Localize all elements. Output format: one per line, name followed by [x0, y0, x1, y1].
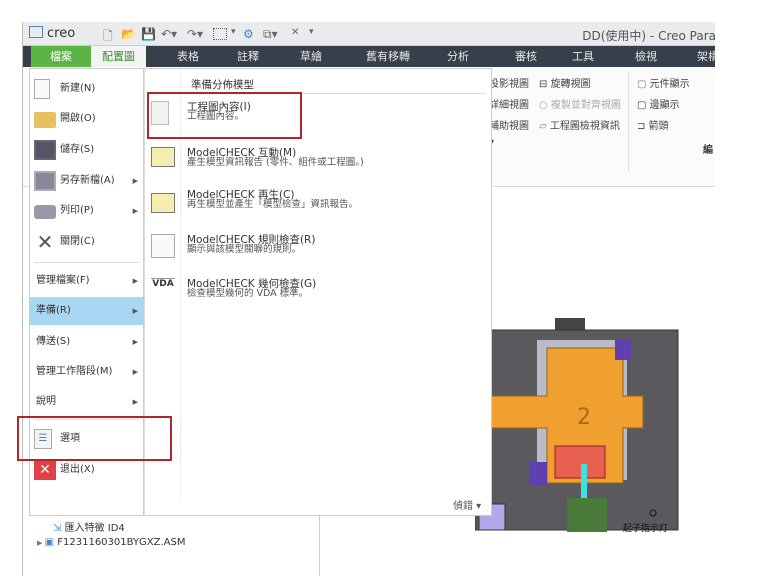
new-file-icon: [34, 79, 50, 99]
tab-table[interactable]: 表格: [163, 46, 213, 67]
modelcheck-rules-icon: [151, 234, 175, 258]
submenu-header: 準備分佈模型: [191, 79, 254, 91]
detailed-view-button[interactable]: 詳細視圖: [489, 96, 529, 111]
copy-align-view-button[interactable]: ○ 複製並對齊視圖: [539, 96, 621, 111]
drawing-canvas[interactable]: 2: [475, 318, 685, 538]
model-tree: ⇲ 匯入特徵 ID4 ▶ ▣ F1231160301BYGXZ.ASM: [23, 516, 320, 576]
submenu-arrow-icon: ▶: [132, 177, 138, 185]
arrow-icon: ⊐: [637, 121, 649, 132]
ribbon-divider: [628, 71, 629, 171]
component-icon: ▢: [637, 79, 650, 90]
group-label: 編: [703, 145, 713, 156]
menu-item-help[interactable]: 說明 ▶: [30, 388, 144, 416]
tab-view[interactable]: 檢視: [621, 46, 671, 67]
menu-item-prepare[interactable]: 準備(R) ▶: [30, 297, 144, 325]
menu-item-save[interactable]: 儲存(S): [30, 136, 144, 164]
projection-view-button[interactable]: 投影視圖: [489, 75, 529, 90]
select-box-icon[interactable]: [213, 28, 227, 40]
tab-file[interactable]: 檔案: [31, 46, 91, 67]
save-as-icon: [34, 171, 56, 191]
submenu-arrow-icon: ▶: [132, 338, 138, 346]
tab-legacy[interactable]: 舊有移轉: [353, 46, 423, 67]
save-icon[interactable]: 💾: [141, 27, 156, 41]
windows-icon[interactable]: ⧉▾: [263, 27, 278, 42]
component-display-button[interactable]: ▢ 元件顯示: [637, 75, 690, 90]
drawing-part: [615, 340, 631, 360]
redo-icon[interactable]: ↷▾: [187, 27, 203, 41]
menu-item-close[interactable]: ✕ 關閉(C): [30, 228, 144, 256]
submenu-arrow-icon: ▶: [132, 207, 138, 215]
menu-separator: [34, 262, 140, 263]
save-icon: [34, 140, 56, 160]
drawing-part: [567, 498, 607, 532]
ribbon-tabs: 檔案 配置圖 表格 註釋 草繪 舊有移轉 分析 審核 工具 檢視 架構: [23, 46, 715, 67]
menu-item-new[interactable]: 新建(N): [30, 75, 144, 103]
dropdown-icon[interactable]: ▾: [231, 27, 236, 37]
drawing-number: 2: [577, 405, 591, 430]
import-feature-icon: ⇲: [53, 523, 65, 534]
debug-dropdown[interactable]: 偵錯 ▾: [453, 497, 481, 512]
edge-icon: ▢: [637, 100, 650, 111]
undo-icon[interactable]: ↶▾: [161, 27, 177, 41]
new-icon[interactable]: 🗋: [103, 27, 113, 48]
tab-sketch[interactable]: 草繪: [286, 46, 336, 67]
tab-annotate[interactable]: 註釋: [223, 46, 273, 67]
menu-item-print[interactable]: 列印(P) ▶: [30, 197, 144, 225]
submenu-arrow-icon: ▶: [132, 368, 138, 376]
open-icon[interactable]: 📂: [121, 27, 136, 41]
tab-review[interactable]: 審核: [501, 46, 551, 67]
highlight-box-drawing-properties: [147, 92, 302, 139]
tree-item-import-feature[interactable]: ⇲ 匯入特徵 ID4: [53, 519, 125, 534]
menu-item-manage-session[interactable]: 管理工作階段(M) ▶: [30, 358, 144, 386]
revolved-view-icon: ⊟: [539, 79, 551, 90]
menu-item-save-as[interactable]: 另存新檔(A) ▶: [30, 167, 144, 195]
menu-item-manage-file[interactable]: 管理檔案(F) ▶: [30, 267, 144, 295]
close-window-icon[interactable]: ✕: [291, 27, 299, 38]
submenu-arrow-icon: ▶: [132, 277, 138, 285]
copy-align-icon: ○: [539, 100, 551, 111]
modelcheck-icon: [151, 147, 175, 167]
exit-x-icon: ✕: [34, 460, 56, 480]
arrow-button[interactable]: ⊐ 箭頭: [637, 117, 669, 132]
title-bar: creo 🗋 📂 💾 ↶▾ ↷▾ ▾ ⚙ ⧉▾ ✕ ▾ DD(使用中) - Cr…: [23, 22, 715, 46]
drawing-view-info-button[interactable]: ▱ 工程圖檢視資訊: [539, 117, 620, 132]
submenu-arrow-icon: ▶: [132, 307, 138, 315]
view-info-icon: ▱: [539, 121, 550, 132]
tab-tools[interactable]: 工具: [558, 46, 608, 67]
drawing-part: [529, 462, 547, 486]
regenerate-icon[interactable]: ⚙: [243, 27, 254, 41]
vda-icon: VDA: [151, 278, 175, 302]
revolved-view-button[interactable]: ⊟ 旋轉視圖: [539, 75, 591, 90]
customize-icon[interactable]: ▾: [309, 27, 314, 37]
menu-item-send[interactable]: 傳送(S) ▶: [30, 328, 144, 356]
drawing-label: 起子指示灯: [623, 524, 669, 534]
tab-analysis[interactable]: 分析: [433, 46, 483, 67]
auxiliary-view-button[interactable]: 輔助視圖: [489, 117, 529, 132]
submenu-arrow-icon: ▶: [132, 398, 138, 406]
tab-layout[interactable]: 配置圖: [91, 46, 146, 67]
tab-framework[interactable]: 架構: [683, 46, 715, 67]
expand-arrow-icon[interactable]: ▶: [37, 539, 45, 547]
open-folder-icon: [34, 112, 56, 128]
edge-display-button[interactable]: ▢ 邊顯示: [637, 96, 680, 111]
creo-window: creo 🗋 📂 💾 ↶▾ ↷▾ ▾ ⚙ ⧉▾ ✕ ▾ DD(使用中) - Cr…: [22, 22, 715, 576]
highlight-box-options: [17, 416, 172, 461]
close-icon: ✕: [36, 230, 54, 254]
tree-item-assembly[interactable]: ▶ ▣ F1231160301BYGXZ.ASM: [37, 537, 186, 548]
assembly-icon: ▣: [44, 537, 58, 548]
modelcheck-regenerate-icon: [151, 193, 175, 213]
creo-logo: creo: [29, 26, 75, 41]
print-icon: [34, 205, 56, 219]
menu-item-open[interactable]: 開啟(O): [30, 105, 144, 133]
drawing-part: [554, 445, 606, 479]
window-title: DD(使用中) - Creo Para: [582, 29, 715, 43]
